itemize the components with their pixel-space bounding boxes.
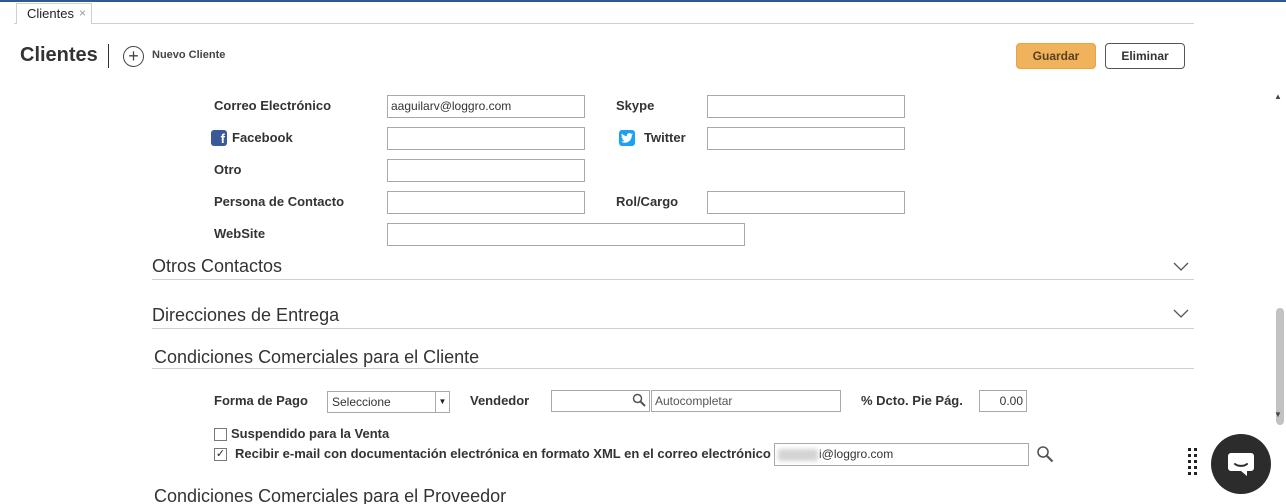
suspended-label: Suspendido para la Venta bbox=[231, 426, 390, 441]
payment-method-value: Seleccione bbox=[332, 395, 391, 409]
website-field[interactable] bbox=[387, 223, 745, 246]
twitter-field[interactable] bbox=[707, 127, 905, 150]
receive-xml-email-field[interactable]: i@loggro.com bbox=[774, 443, 1029, 466]
twitter-label: Twitter bbox=[644, 130, 686, 145]
role-field[interactable] bbox=[707, 191, 905, 214]
scrollbar-thumb[interactable] bbox=[1276, 308, 1284, 425]
payment-method-label: Forma de Pago bbox=[214, 393, 308, 408]
website-label: WebSite bbox=[214, 226, 266, 241]
caret-down-icon[interactable]: ▼ bbox=[435, 392, 449, 412]
discount-field[interactable]: 0.00 bbox=[979, 390, 1027, 412]
discount-label: % Dcto. Pie Pág. bbox=[861, 393, 963, 408]
facebook-field[interactable] bbox=[387, 127, 585, 150]
seller-autocomplete-field[interactable]: Autocompletar bbox=[651, 390, 841, 412]
chevron-down-icon[interactable] bbox=[1173, 262, 1189, 272]
email-field[interactable]: aaguilarv@loggro.com bbox=[387, 95, 585, 118]
suspended-checkbox[interactable] bbox=[214, 428, 227, 441]
scroll-down-arrow[interactable]: ▼ bbox=[1274, 410, 1282, 419]
skype-field[interactable] bbox=[707, 95, 905, 118]
window-top-border bbox=[0, 0, 1286, 2]
receive-xml-email-value: i@loggro.com bbox=[819, 447, 894, 461]
chat-icon bbox=[1228, 453, 1254, 476]
payment-method-select[interactable]: Seleccione ▼ bbox=[327, 391, 450, 413]
chevron-down-icon[interactable] bbox=[1173, 309, 1189, 319]
search-icon[interactable] bbox=[1036, 445, 1054, 463]
chat-button[interactable] bbox=[1211, 434, 1271, 494]
email-label: Correo Electrónico bbox=[214, 98, 332, 113]
role-label: Rol/Cargo bbox=[616, 194, 679, 209]
tabbar-divider bbox=[14, 23, 1194, 24]
otro-label: Otro bbox=[214, 162, 242, 177]
receive-xml-label: Recibir e-mail con documentación electró… bbox=[235, 446, 771, 461]
facebook-label: Facebook bbox=[232, 130, 293, 145]
otro-field[interactable] bbox=[387, 159, 585, 182]
receive-xml-checkbox[interactable]: ✓ bbox=[214, 448, 227, 461]
section-direcciones-entrega[interactable]: Direcciones de Entrega bbox=[152, 305, 339, 326]
save-button[interactable]: Guardar bbox=[1016, 43, 1096, 69]
twitter-icon bbox=[619, 130, 635, 146]
contact-person-label: Persona de Contacto bbox=[214, 194, 345, 209]
page-title: Clientes bbox=[20, 44, 98, 66]
seller-label: Vendedor bbox=[470, 393, 530, 408]
scroll-up-arrow[interactable]: ▲ bbox=[1274, 92, 1282, 101]
section-otros-contactos[interactable]: Otros Contactos bbox=[152, 256, 282, 277]
section-divider bbox=[152, 328, 1194, 329]
facebook-icon: f bbox=[211, 130, 227, 146]
close-icon[interactable]: × bbox=[79, 6, 86, 20]
title-separator bbox=[108, 44, 109, 68]
section-condiciones-proveedor: Condiciones Comerciales para el Proveedo… bbox=[154, 486, 507, 504]
section-divider bbox=[152, 368, 1194, 369]
contact-person-field[interactable] bbox=[387, 191, 585, 214]
delete-button[interactable]: Eliminar bbox=[1105, 43, 1185, 69]
section-divider bbox=[152, 279, 1194, 280]
redacted-text bbox=[778, 448, 818, 461]
skype-label: Skype bbox=[616, 98, 655, 113]
tab-label: Clientes bbox=[27, 6, 74, 21]
new-client-link[interactable]: Nuevo Cliente bbox=[152, 49, 225, 61]
plus-circle-icon[interactable]: + bbox=[123, 46, 144, 67]
tab-clientes[interactable]: Clientes × bbox=[16, 3, 92, 24]
drag-handle-icon[interactable] bbox=[1188, 448, 1200, 478]
section-condiciones-cliente: Condiciones Comerciales para el Cliente bbox=[154, 347, 480, 367]
search-icon[interactable] bbox=[632, 393, 646, 407]
